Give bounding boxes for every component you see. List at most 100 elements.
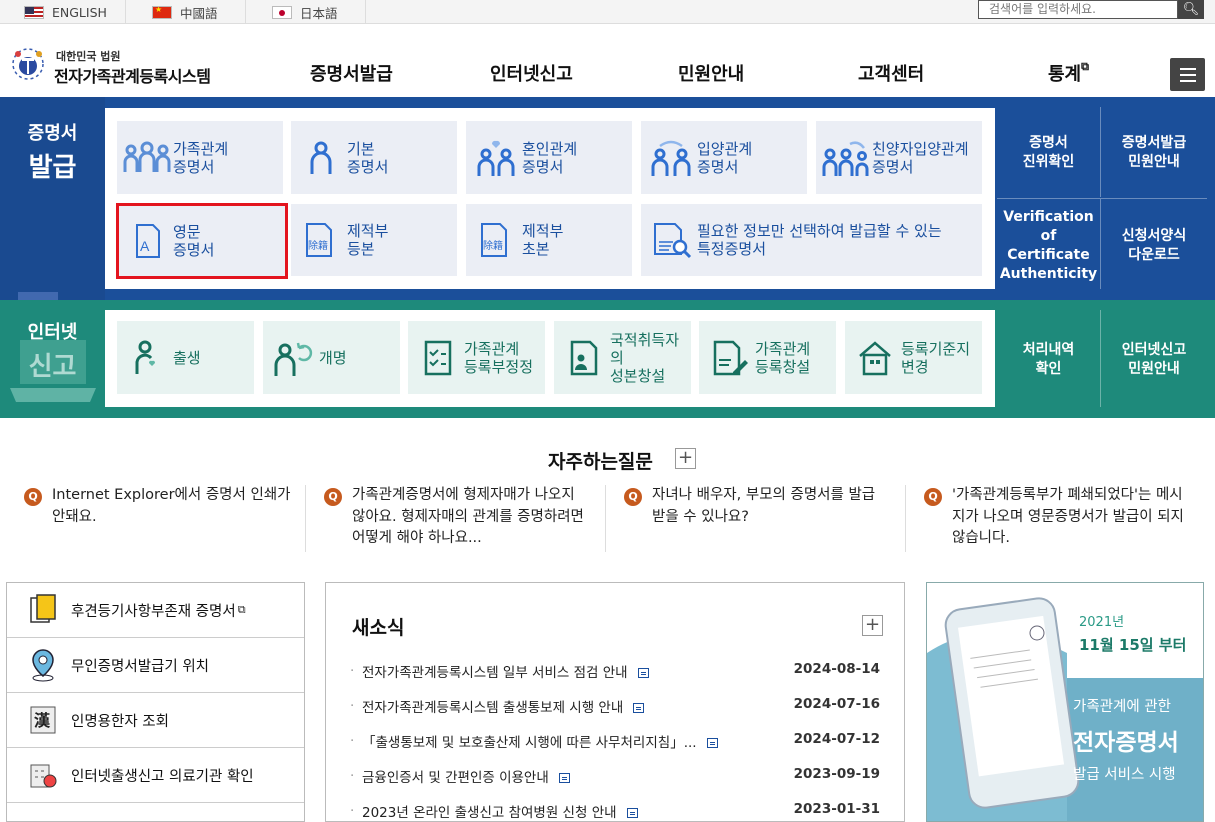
person-refresh-icon <box>267 336 319 380</box>
family-icon <box>121 136 173 180</box>
verify-certificate-link[interactable]: 증명서 진위확인 <box>997 109 1100 197</box>
gnb-statistics-label: 통계 <box>1048 64 1082 85</box>
register-document-icon: 除籍 <box>470 218 522 262</box>
svg-text:除籍: 除籍 <box>483 239 503 252</box>
couple-heart-icon <box>470 136 522 180</box>
external-link-icon: ⧉ <box>237 603 246 616</box>
us-flag-icon <box>24 5 44 19</box>
banner-line1: 가족관계에 관한 <box>1073 699 1171 715</box>
document-icon <box>706 738 718 748</box>
hanja-book-icon: 漢 <box>25 702 61 738</box>
document-icon <box>25 592 61 628</box>
lang-chinese-link[interactable]: 中國語 <box>152 0 218 24</box>
tile-removed-register-abstract[interactable]: 除籍 제적부 초본 <box>466 204 632 276</box>
tile-register-creation[interactable]: 가족관계 등록창설 <box>699 321 836 394</box>
issue-guide-link[interactable]: 증명서발급 민원안내 <box>1101 109 1207 197</box>
faq-item[interactable]: Q 자녀나 배우자, 부모의 증명서를 발급 받을 수 있나요? <box>606 485 906 552</box>
news-item[interactable]: · 전자가족관계등록시스템 출생통보제 시행 안내 2024-07-16 <box>350 696 880 716</box>
faq-item[interactable]: Q Internet Explorer에서 증명서 인쇄가 안돼요. <box>6 485 306 552</box>
tile-register-correction[interactable]: 가족관계 등록부정정 <box>408 321 545 394</box>
jp-flag-icon <box>272 5 292 19</box>
search-input[interactable]: 검색어를 입력하세요. <box>978 0 1178 19</box>
quick-links: 후견등기사항부존재 증명서 ⧉ 무인증명서발급기 위치 漢 인명용한자 조회 인터… <box>6 582 305 822</box>
gnb-internet-report[interactable]: 인터넷신고 <box>490 60 573 86</box>
cn-flag-icon <box>152 5 172 19</box>
gnb-civil-guide[interactable]: 민원안내 <box>678 60 744 86</box>
faq-more-button[interactable]: + <box>675 448 696 469</box>
laptop-icon <box>10 340 96 402</box>
report-status-link[interactable]: 처리내역 확인 <box>997 312 1100 407</box>
search-icon: 🔍︎ <box>1182 2 1200 17</box>
document-icon <box>626 808 638 818</box>
house-icon <box>849 336 901 380</box>
quick-hospital-check[interactable]: 인터넷출생신고 의료기관 확인 <box>7 748 304 803</box>
faq-item[interactable]: Q '가족관계등록부가 폐쇄되었다'는 메시지가 나오며 영문증명서가 발급이 … <box>906 485 1206 552</box>
register-document-icon: 除籍 <box>295 218 347 262</box>
banner-date: 11월 15일 부터 <box>1079 636 1187 654</box>
tile-full-adoption-cert[interactable]: 친양자입양관계 증명서 <box>816 121 982 194</box>
lang-label: 中國語 <box>180 5 218 21</box>
e-certificate-banner[interactable]: 2021년 11월 15일 부터 가족관계에 관한 전자증명서 발급 서비스 시… <box>926 582 1204 822</box>
svg-text:A: A <box>140 238 150 254</box>
news-item[interactable]: · 금융인증서 및 간편인증 이용안내 2023-09-19 <box>350 766 880 786</box>
tile-removed-register-copy[interactable]: 除籍 제적부 등본 <box>291 204 457 276</box>
faq-item[interactable]: Q 가족관계증명서에 형제자매가 나오지 않아요. 형제자매의 관계를 증명하려… <box>306 485 606 552</box>
verification-english-link[interactable]: Verification of Certificate Authenticity <box>997 200 1100 292</box>
banner-year: 2021년 <box>1079 615 1125 630</box>
tile-family-relation-cert[interactable]: 가족관계 증명서 <box>117 121 283 194</box>
news-item[interactable]: · 전자가족관계등록시스템 일부 서비스 점검 안내 2024-08-14 <box>350 661 880 681</box>
document-icon <box>637 668 649 678</box>
search-button[interactable]: 🔍︎ <box>1178 0 1204 19</box>
quick-name-hanja[interactable]: 漢 인명용한자 조회 <box>7 693 304 748</box>
all-menu-button[interactable] <box>1170 58 1205 91</box>
top-utility-bar: ENGLISH 中國語 日本語 검색어를 입력하세요. 🔍︎ <box>0 0 1215 24</box>
issue-section-title: 증명서 발급 <box>27 123 78 183</box>
lang-label: 日本語 <box>300 5 338 21</box>
tile-basic-cert[interactable]: 기본 증명서 <box>291 121 457 194</box>
tile-nationality-surname-creation[interactable]: 국적취득자의 성본창설 <box>554 321 691 394</box>
lang-japanese-link[interactable]: 日本語 <box>272 0 338 24</box>
form-download-link[interactable]: 신청서양식 다운로드 <box>1101 200 1207 292</box>
tile-adoption-cert[interactable]: 입양관계 증명서 <box>641 121 807 194</box>
banner-line2: 전자증명서 <box>1073 730 1179 756</box>
lang-english-link[interactable]: ENGLISH <box>24 0 107 24</box>
adoption-icon <box>645 136 697 180</box>
q-icon: Q <box>24 488 42 506</box>
news-item[interactable]: · 2023년 온라인 출생신고 참여병원 신청 안내 2023-01-31 <box>350 801 880 821</box>
logo-subtitle: 대한민국 법원 <box>56 50 121 63</box>
news-item[interactable]: · 「출생통보제 및 보호출산제 시행에 따른 사무처리지침」... 2024-07… <box>350 731 880 751</box>
q-icon: Q <box>324 488 342 506</box>
tile-birth-report[interactable]: 출생 <box>117 321 254 394</box>
tile-name-change-report[interactable]: 개명 <box>263 321 400 394</box>
site-logo[interactable]: 대한민국 법원 전자가족관계등록시스템 <box>6 40 221 90</box>
tile-english-cert[interactable]: A 영문 증명서 <box>116 203 288 279</box>
id-document-icon <box>558 336 610 380</box>
court-emblem-icon <box>12 48 44 80</box>
external-link-icon: ⧉ <box>1081 60 1089 73</box>
gnb-certificate[interactable]: 증명서발급 <box>310 60 393 86</box>
q-icon: Q <box>924 488 942 506</box>
gnb-statistics[interactable]: 통계⧉ <box>1048 60 1089 86</box>
news-panel: 새소식 + · 전자가족관계등록시스템 일부 서비스 점검 안내 2024-08-1… <box>325 582 905 822</box>
report-guide-link[interactable]: 인터넷신고 민원안내 <box>1101 312 1207 407</box>
quick-kiosk-location[interactable]: 무인증명서발급기 위치 <box>7 638 304 693</box>
document-icon <box>558 773 570 783</box>
banner-line3: 발급 서비스 시행 <box>1073 767 1176 783</box>
full-adoption-icon <box>820 136 872 180</box>
tile-registration-base-change[interactable]: 등록기준지 변경 <box>845 321 982 394</box>
english-document-icon: A <box>121 219 173 263</box>
svg-text:漢: 漢 <box>34 711 51 730</box>
person-icon <box>295 136 347 180</box>
document-icon <box>633 703 645 713</box>
quick-guardianship-cert[interactable]: 후견등기사항부존재 증명서 ⧉ <box>7 583 304 638</box>
logo-title: 전자가족관계등록시스템 <box>54 67 211 86</box>
news-title: 새소식 <box>352 617 405 639</box>
location-pin-icon <box>25 647 61 683</box>
document-search-icon <box>645 218 697 262</box>
tile-specific-cert[interactable]: 필요한 정보만 선택하여 발급할 수 있는 특정증명서 <box>641 204 982 276</box>
faq-title: 자주하는질문 <box>548 451 653 473</box>
gnb-customer-center[interactable]: 고객센터 <box>858 60 924 86</box>
tile-marriage-cert[interactable]: 혼인관계 증명서 <box>466 121 632 194</box>
document-pen-icon <box>703 336 755 380</box>
news-more-button[interactable]: + <box>862 615 883 636</box>
